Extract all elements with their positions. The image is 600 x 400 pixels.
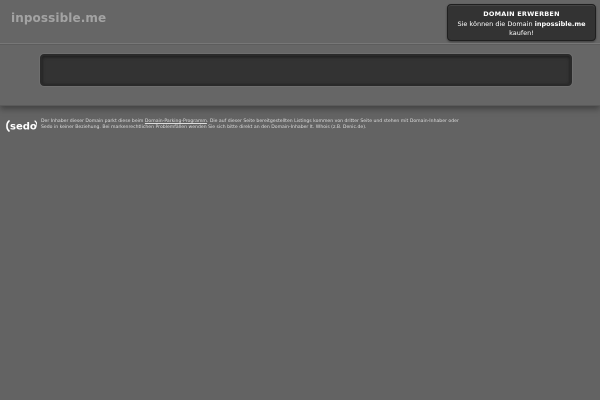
- sedo-logo-icon: sedo: [6, 120, 37, 133]
- buy-domain-title: DOMAIN ERWERBEN: [483, 10, 560, 18]
- buy-domain-button[interactable]: DOMAIN ERWERBEN Sie können die Domain in…: [447, 4, 596, 41]
- domain-parking-link[interactable]: Domain-Parking-Programm: [145, 119, 207, 124]
- buy-desc-domain: inpossible.me: [534, 19, 586, 28]
- buy-desc-suffix: kaufen!: [509, 29, 534, 37]
- buy-domain-description: Sie können die Domain inpossible.me kauf…: [448, 20, 595, 39]
- buy-desc-prefix: Sie können die Domain: [457, 19, 535, 28]
- footer-text-part1: Der Inhaber dieser Domain parkt diese be…: [41, 119, 145, 124]
- search-bar[interactable]: [40, 54, 572, 86]
- top-area: inpossible.me DOMAIN ERWERBEN Sie können…: [0, 0, 600, 106]
- domain-title: inpossible.me: [11, 11, 107, 25]
- sedo-logo-text: sedo: [10, 122, 37, 133]
- header-divider: [0, 43, 600, 44]
- footer-disclaimer: Der Inhaber dieser Domain parkt diese be…: [41, 119, 471, 131]
- footer: sedo Der Inhaber dieser Domain parkt die…: [5, 118, 475, 136]
